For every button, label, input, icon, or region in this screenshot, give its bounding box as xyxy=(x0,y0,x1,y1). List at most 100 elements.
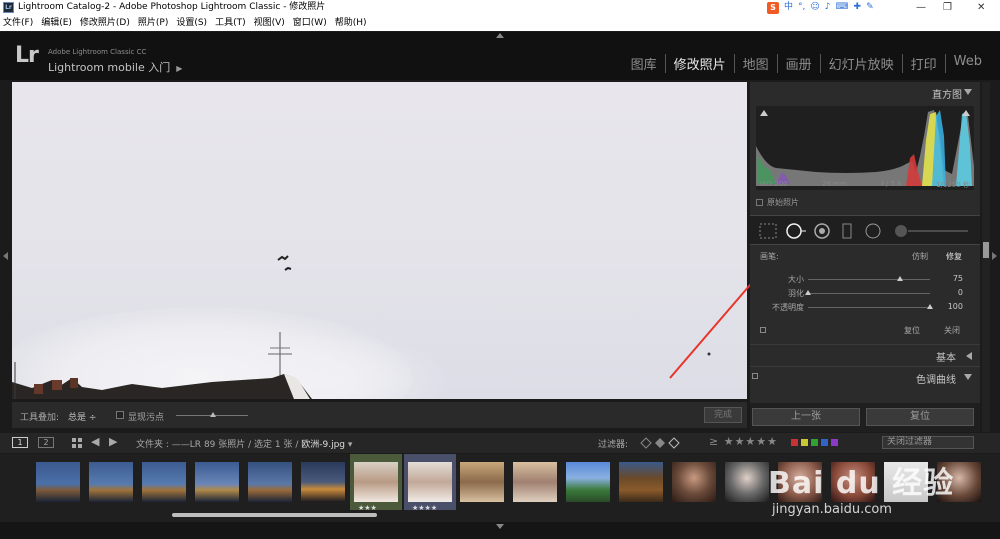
menu-window[interactable]: 窗口(W) xyxy=(290,15,330,31)
original-photo-toggle[interactable]: 原始照片 xyxy=(756,197,799,208)
filmstrip-scrollbar[interactable] xyxy=(172,513,377,517)
histogram[interactable] xyxy=(756,106,974,190)
punct-icon[interactable]: °, xyxy=(798,0,805,15)
module-library[interactable]: 图库 xyxy=(623,54,665,73)
size-track[interactable] xyxy=(808,279,930,280)
rating-filter[interactable]: ≥ ★★★★★ xyxy=(709,435,778,448)
crop-tool-icon[interactable] xyxy=(758,222,778,240)
basic-header[interactable]: 基本 xyxy=(750,344,980,364)
done-button[interactable]: 完成 xyxy=(704,407,742,423)
keyboard-icon[interactable]: ⌨ xyxy=(836,0,849,15)
emoji-icon[interactable]: ☺ xyxy=(810,0,819,15)
right-panel-toggle-icon[interactable] xyxy=(992,252,997,260)
develop-toolbar: 工具叠加: 总是 ÷ 显现污点 完成 xyxy=(12,402,747,428)
grid-view-icon[interactable] xyxy=(72,438,82,448)
feather-slider[interactable]: 羽化 0 xyxy=(750,288,980,300)
color-label-filter[interactable] xyxy=(790,438,850,448)
module-develop[interactable]: 修改照片 xyxy=(664,54,734,73)
module-print[interactable]: 打印 xyxy=(901,54,945,73)
visualize-spots-checkbox[interactable] xyxy=(116,411,124,419)
close-icon[interactable]: ✕ xyxy=(977,0,985,15)
thumbnail[interactable] xyxy=(721,454,773,510)
folder-path[interactable]: 文件夹 : ——LR 89 张照片 / 选定 1 张 / 欧洲-9.jpg ▾ xyxy=(136,437,352,450)
thumbnail[interactable] xyxy=(509,454,561,510)
menu-settings[interactable]: 设置(S) xyxy=(173,15,210,31)
slider-knob[interactable] xyxy=(210,412,216,417)
spot-removal-tool-icon[interactable] xyxy=(784,222,808,240)
module-slideshow[interactable]: 幻灯片放映 xyxy=(819,54,902,73)
sogou-icon[interactable]: S xyxy=(767,1,779,14)
opacity-knob[interactable] xyxy=(927,304,933,309)
mic-icon[interactable]: ♪ xyxy=(825,0,831,15)
feather-track[interactable] xyxy=(808,293,930,294)
previous-button[interactable]: 上一张 xyxy=(752,408,860,426)
collapse-top-icon[interactable] xyxy=(496,33,504,38)
size-knob[interactable] xyxy=(896,276,903,281)
ime-toolbar[interactable]: S 中 °, ☺ ♪ ⌨ ✚ ✎ xyxy=(767,1,874,14)
thumbnail[interactable] xyxy=(615,454,667,510)
size-value[interactable]: 75 xyxy=(953,274,963,283)
shirt-icon[interactable]: ✚ xyxy=(854,0,862,15)
menu-edit[interactable]: 编辑(E) xyxy=(38,15,75,31)
thumbnail[interactable] xyxy=(456,454,508,510)
thumbnail[interactable] xyxy=(297,454,349,510)
thumbnail-selected[interactable]: ★★★ xyxy=(350,454,402,512)
forward-arrow-icon[interactable]: ▶ xyxy=(109,435,117,448)
thumbnail[interactable] xyxy=(191,454,243,510)
shadow-clip-icon[interactable] xyxy=(760,110,768,116)
back-arrow-icon[interactable]: ◀ xyxy=(91,435,99,448)
second-window-button[interactable]: 2 xyxy=(38,437,54,448)
menu-develop[interactable]: 修改照片(D) xyxy=(77,15,133,31)
collapse-bottom-icon[interactable] xyxy=(496,524,504,529)
clone-mode-button[interactable]: 仿制 xyxy=(912,251,928,262)
thumbnail[interactable] xyxy=(32,454,84,510)
spot-close-button[interactable]: 关闭 xyxy=(944,325,960,336)
thumbnail-active[interactable]: ★★★★ xyxy=(404,454,456,512)
opacity-track[interactable] xyxy=(808,307,930,308)
highlight-clip-icon[interactable] xyxy=(962,110,970,116)
menu-file[interactable]: 文件(F) xyxy=(0,15,36,31)
spot-reset-button[interactable]: 复位 xyxy=(904,325,920,336)
right-panel-scrollbar[interactable] xyxy=(982,82,990,432)
left-panel-toggle-icon[interactable] xyxy=(3,252,8,260)
adjustment-brush-icon[interactable] xyxy=(893,222,969,240)
reset-all-button[interactable]: 复位 xyxy=(866,408,974,426)
thumbnail[interactable] xyxy=(138,454,190,510)
tool-overlay-select[interactable]: 总是 ÷ xyxy=(68,410,96,423)
maximize-icon[interactable]: ❐ xyxy=(943,0,952,15)
scrollbar-thumb[interactable] xyxy=(983,242,989,258)
feather-knob[interactable] xyxy=(805,290,811,295)
histogram-header[interactable]: 直方图 xyxy=(750,82,980,102)
photo-canvas[interactable] xyxy=(12,82,747,399)
menu-view[interactable]: 视图(V) xyxy=(251,15,288,31)
filter-preset-select[interactable]: 关闭过滤器 xyxy=(882,436,974,449)
module-web[interactable]: Web xyxy=(944,54,990,73)
tool-toggle-icon[interactable] xyxy=(760,327,766,333)
opacity-value[interactable]: 100 xyxy=(948,302,963,311)
ime-lang[interactable]: 中 xyxy=(784,0,793,15)
red-eye-tool-icon[interactable] xyxy=(813,222,831,240)
heal-mode-button[interactable]: 修复 xyxy=(946,251,962,262)
flag-filter-icons[interactable] xyxy=(640,437,700,449)
thumbnail[interactable] xyxy=(85,454,137,510)
module-map[interactable]: 地图 xyxy=(733,54,777,73)
menu-tools[interactable]: 工具(T) xyxy=(212,15,249,31)
minimize-icon[interactable]: — xyxy=(916,0,926,15)
tone-curve-header[interactable]: 色调曲线 xyxy=(750,366,980,386)
menu-photo[interactable]: 照片(P) xyxy=(135,15,171,31)
tone-curve-toggle-icon[interactable] xyxy=(752,373,758,379)
radial-filter-icon[interactable] xyxy=(864,222,882,240)
main-window-button[interactable]: 1 xyxy=(12,437,28,448)
wrench-icon[interactable]: ✎ xyxy=(866,0,874,15)
feather-value[interactable]: 0 xyxy=(958,288,963,297)
thumbnail[interactable] xyxy=(244,454,296,510)
thumbnail[interactable] xyxy=(562,454,614,510)
graduated-filter-icon[interactable] xyxy=(840,222,854,240)
module-book[interactable]: 画册 xyxy=(776,54,820,73)
thumbnail[interactable] xyxy=(668,454,720,510)
original-photo-checkbox[interactable] xyxy=(756,199,763,206)
opacity-slider[interactable]: 不透明度 100 xyxy=(750,302,980,314)
size-slider[interactable]: 大小 75 xyxy=(750,274,980,286)
menu-help[interactable]: 帮助(H) xyxy=(332,15,370,31)
mobile-link[interactable]: Lightroom mobile 入门 ▶ xyxy=(48,59,182,75)
